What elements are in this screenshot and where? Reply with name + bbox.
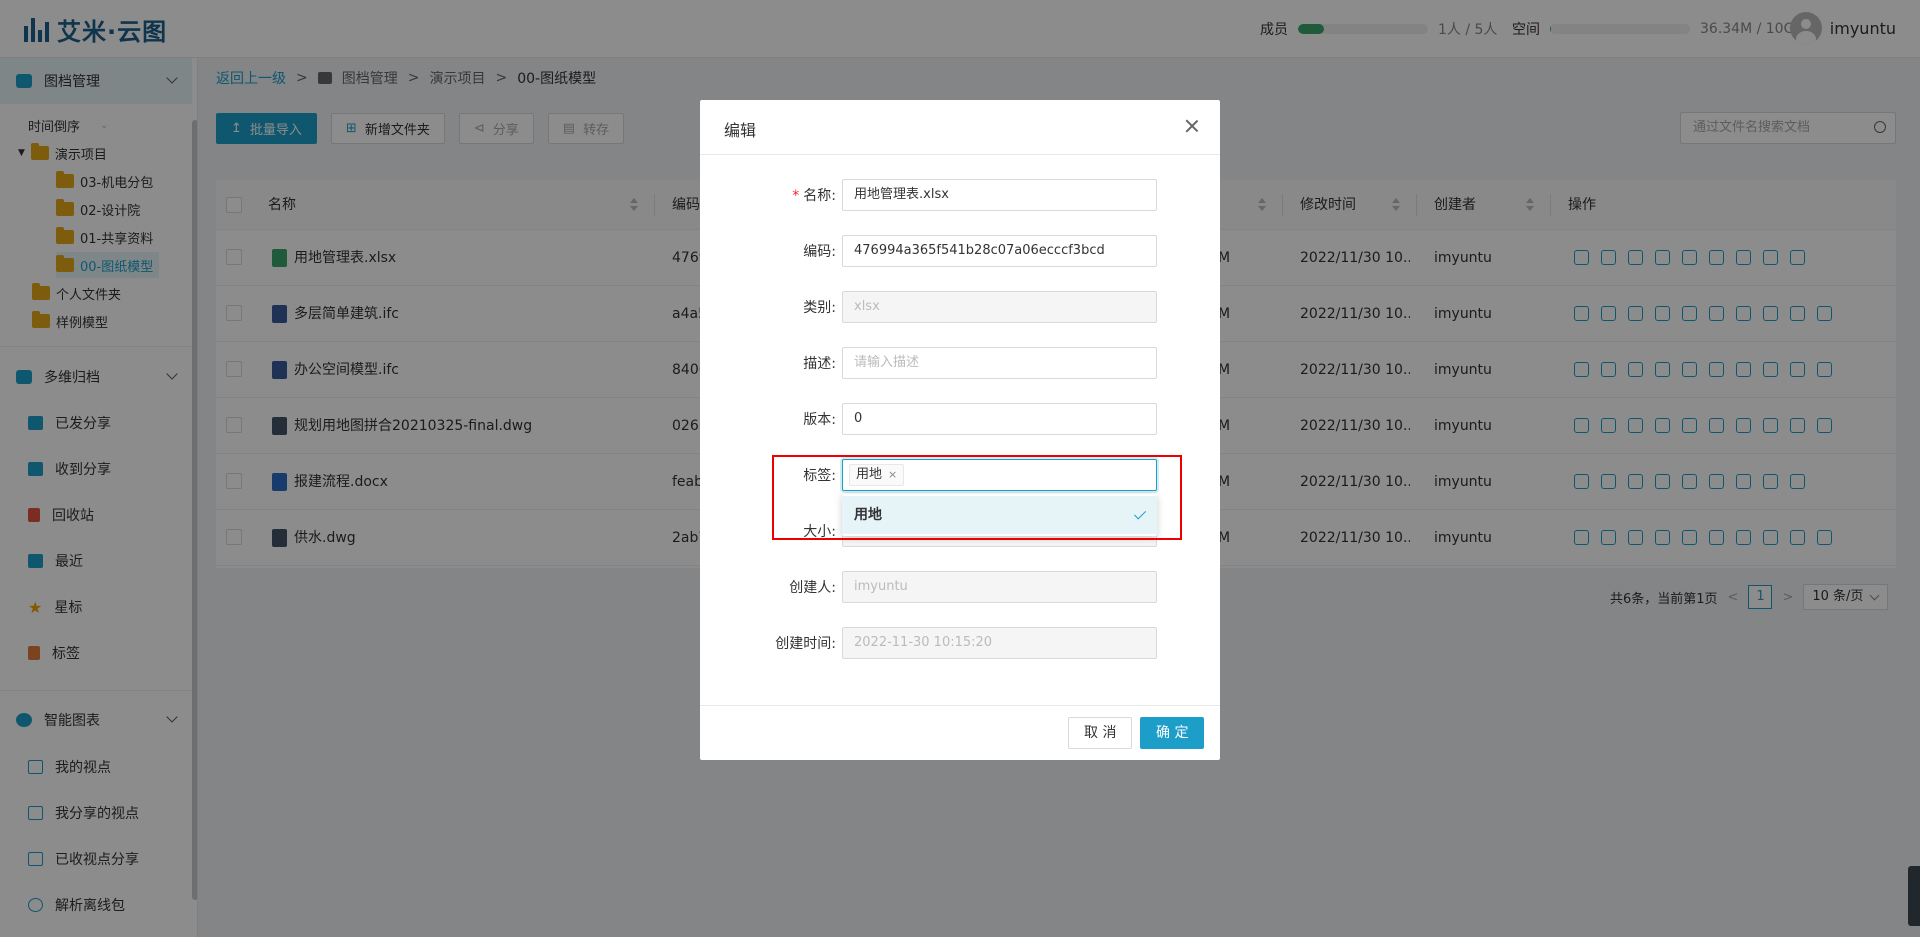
close-icon[interactable] xyxy=(1184,118,1200,134)
type-input: xlsx xyxy=(842,291,1157,323)
required-mark: * xyxy=(792,188,800,204)
field-creator: 创建人: imyuntu xyxy=(700,571,1220,605)
modal-header: 编辑 xyxy=(700,100,1220,155)
field-label: 创建时间: xyxy=(775,636,836,652)
field-description: 描述: 请输入描述 xyxy=(700,347,1220,381)
field-label: 版本: xyxy=(803,412,836,428)
field-label: 编码: xyxy=(803,244,836,260)
ok-button[interactable]: 确 定 xyxy=(1140,717,1205,749)
field-name: * 名称: 用地管理表.xlsx xyxy=(700,179,1220,213)
name-input[interactable]: 用地管理表.xlsx xyxy=(842,179,1157,211)
field-code: 编码: 476994a365f541b28c07a06ecccf3bcd xyxy=(700,235,1220,269)
field-label: 创建人: xyxy=(789,580,836,596)
description-input[interactable]: 请输入描述 xyxy=(842,347,1157,379)
modal-footer: 取 消 确 定 xyxy=(700,705,1220,760)
version-input[interactable]: 0 xyxy=(842,403,1157,435)
edit-modal: 编辑 * 名称: 用地管理表.xlsx 编码: 476994a365f541b28… xyxy=(700,100,1220,760)
modal-title: 编辑 xyxy=(724,121,757,140)
field-created-time: 创建时间: 2022-11-30 10:15:20 xyxy=(700,627,1220,661)
created-time-input: 2022-11-30 10:15:20 xyxy=(842,627,1157,659)
highlight-box xyxy=(772,455,1182,540)
field-label: 描述: xyxy=(803,356,836,372)
field-label: 类别: xyxy=(803,300,836,316)
field-type: 类别: xlsx xyxy=(700,291,1220,325)
field-label: * 名称: xyxy=(792,188,836,204)
cancel-button[interactable]: 取 消 xyxy=(1068,717,1133,749)
field-version: 版本: 0 xyxy=(700,403,1220,437)
creator-input: imyuntu xyxy=(842,571,1157,603)
code-input[interactable]: 476994a365f541b28c07a06ecccf3bcd xyxy=(842,235,1157,267)
